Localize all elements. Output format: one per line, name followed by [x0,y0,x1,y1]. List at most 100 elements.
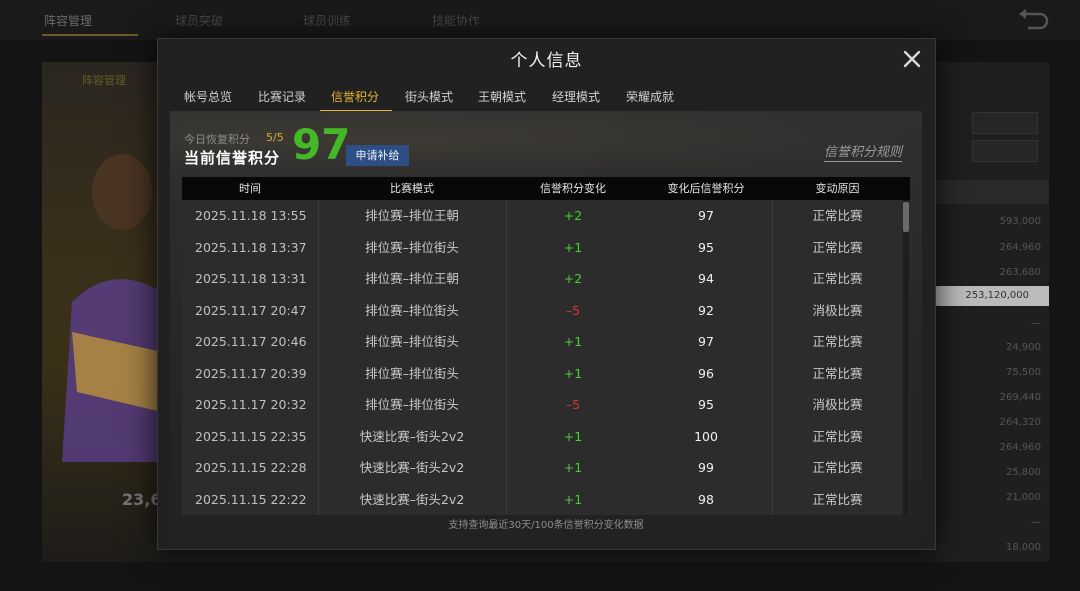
bg-right-value: 75,500 [1006,367,1041,378]
cell-reason: 正常比赛 [812,239,863,255]
cell-change: +1 [563,428,583,444]
header-change: 信誉积分变化 [540,182,606,195]
table-footnote: 支持查询最近30天/100条信誉积分变化数据 [448,520,644,531]
cell-time: 2025.11.15 22:22 [195,491,307,507]
cell-time: 2025.11.18 13:31 [195,271,307,286]
table-row: 2025.11.18 13:37 排位赛–排位街头 +1 95 正常比赛 [182,232,910,264]
bg-right-value: — [1031,318,1041,329]
bg-nav-tab: 球员突破 [175,14,224,28]
table-row: 2025.11.18 13:55 排位赛–排位王朝 +2 97 正常比赛 [182,200,910,232]
restore-points-label: 今日恢复积分 [184,133,250,146]
credit-score-panel: 今日恢复积分 5/5 当前信誉积分 97 申请补给 信誉积分规则 时间 比赛模式… [170,111,922,539]
cell-time: 2025.11.15 22:28 [195,460,307,475]
cell-reason: 消极比赛 [812,397,863,412]
cell-after: 95 [698,239,714,255]
table-row: 2025.11.18 13:31 排位赛–排位王朝 +2 94 正常比赛 [182,263,910,295]
cell-after: 100 [694,428,718,444]
cell-time: 2025.11.17 20:47 [195,302,307,318]
tab-manager-mode[interactable]: 经理模式 [552,88,600,105]
table-scrollbar[interactable] [903,200,909,515]
cell-mode: 排位赛–排位街头 [365,365,459,381]
table-header: 时间 比赛模式 信誉积分变化 变化后信誉积分 变动原因 [182,177,910,200]
bg-right-value: 25,800 [1006,467,1041,478]
cell-change: +1 [563,491,583,507]
table-row: 2025.11.17 20:46 排位赛–排位街头 +1 97 正常比赛 [182,326,910,358]
column-divider [506,200,507,515]
bg-nav-underline [42,34,138,36]
player-illustration-icon [62,154,162,462]
cell-reason: 正常比赛 [812,428,863,444]
table-body[interactable]: 2025.11.18 13:55 排位赛–排位王朝 +2 97 正常比赛 2025.11.… [182,200,910,515]
table-row: 2025.11.15 22:28 快速比赛–街头2v2 +1 99 正常比赛 [182,452,910,484]
bg-right-header [934,180,1049,204]
cell-mode: 快速比赛–街头2v2 [359,491,465,507]
cell-time: 2025.11.17 20:39 [195,365,307,381]
header-after: 变化后信誉积分 [667,182,745,195]
cell-reason: 正常比赛 [812,208,863,223]
bg-right-value: — [1031,517,1041,528]
bg-nav-tab: 技能协作 [432,14,481,28]
cell-time: 2025.11.17 20:46 [195,334,307,349]
header-reason: 变动原因 [815,182,860,195]
credit-history-table: 时间 比赛模式 信誉积分变化 变化后信誉积分 变动原因 2025.11.18 1… [182,177,910,515]
cell-time: 2025.11.18 13:37 [195,239,307,255]
cell-change: +2 [563,271,583,286]
cell-mode: 排位赛–排位街头 [365,334,459,349]
cell-change: +1 [563,334,583,349]
cell-time: 2025.11.18 13:55 [195,208,307,223]
column-divider [318,200,319,515]
cell-change: +1 [563,365,583,381]
table-row: 2025.11.15 22:22 快速比赛–街头2v2 +1 98 正常比赛 [182,484,910,516]
cell-change: +2 [563,208,583,223]
table-row: 2025.11.17 20:32 排位赛–排位街头 –5 95 消极比赛 [182,389,910,421]
bg-right-value-highlight: 253,120,000 [934,286,1049,306]
cell-after: 95 [698,397,714,412]
header-time: 时间 [239,182,261,195]
tab-street-mode[interactable]: 街头模式 [405,88,453,105]
scrollbar-thumb[interactable] [903,202,909,232]
bg-right-value: 264,960 [999,442,1041,453]
table-row: 2025.11.17 20:39 排位赛–排位街头 +1 96 正常比赛 [182,358,910,390]
bg-nav-tab: 阵容管理 [44,14,93,28]
cell-reason: 正常比赛 [812,491,863,507]
tab-credit-score[interactable]: 信誉积分 [331,88,379,105]
cell-time: 2025.11.15 22:35 [195,428,307,444]
cell-mode: 排位赛–排位街头 [365,302,459,318]
tab-match-records[interactable]: 比赛记录 [258,88,306,105]
cell-mode: 排位赛–排位王朝 [365,271,459,286]
bg-right-button [972,112,1038,134]
cell-change: –5 [565,302,581,318]
background-player-card: 阵容管理 23,6 [42,62,162,562]
bg-right-value: 269,440 [999,392,1041,403]
bg-right-value: 264,960 [999,242,1041,253]
personal-info-modal: 个人信息 帐号总览 比赛记录 信誉积分 街头模式 王朝模式 经理模式 荣耀成就 … [157,38,936,550]
tab-dynasty-mode[interactable]: 王朝模式 [478,88,526,105]
cell-reason: 正常比赛 [812,460,863,475]
cell-after: 99 [698,460,714,475]
cell-after: 98 [698,491,714,507]
bg-right-value: 264,320 [999,417,1041,428]
apply-supply-button[interactable]: 申请补给 [346,145,409,166]
current-credit-score: 97 [292,120,351,169]
credit-rules-link[interactable]: 信誉积分规则 [823,141,902,162]
current-credit-label: 当前信誉积分 [184,149,281,167]
column-divider [772,200,773,515]
cell-mode: 快速比赛–街头2v2 [359,428,465,444]
bg-right-value: 18,000 [1006,542,1041,553]
close-icon[interactable] [901,48,923,70]
tab-honor-achievements[interactable]: 荣耀成就 [626,88,674,105]
tab-account-overview[interactable]: 帐号总览 [184,88,232,105]
back-arrow-icon [1019,9,1049,30]
restore-points-count: 5/5 [266,131,284,144]
cell-change: +1 [563,460,583,475]
bg-right-value: 24,900 [1006,342,1041,353]
cell-reason: 正常比赛 [812,271,863,286]
bg-left-label: 阵容管理 [82,74,126,87]
header-mode: 比赛模式 [390,182,434,195]
cell-mode: 排位赛–排位王朝 [365,208,459,223]
cell-after: 97 [698,334,714,349]
cell-reason: 正常比赛 [812,365,863,381]
cell-change: –5 [565,397,581,412]
cell-mode: 排位赛–排位街头 [365,239,459,255]
cell-reason: 消极比赛 [812,302,863,318]
